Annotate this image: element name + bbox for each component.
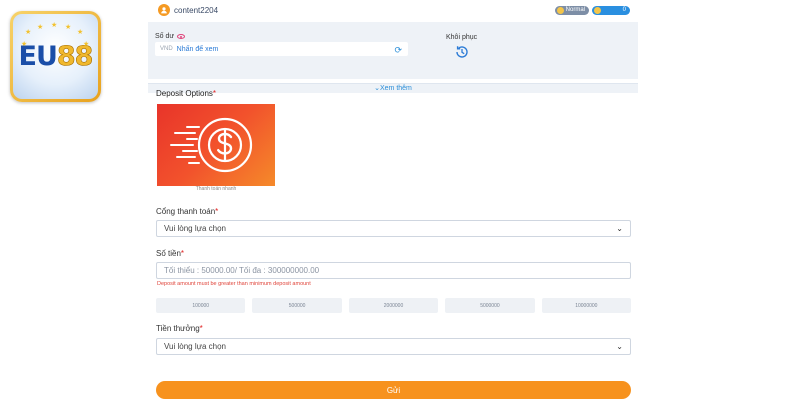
amount-label-text: Số tiền xyxy=(156,249,181,258)
gateway-placeholder: Vui lòng lựa chọn xyxy=(164,224,226,233)
star-icon: ★ xyxy=(21,41,28,48)
gateway-label-text: Cổng thanh toán xyxy=(156,207,216,216)
deposit-page: ★ ★ ★ ★ ★ ★ ★ EU88 content2204 Normal 0 … xyxy=(0,0,800,400)
restore-icon xyxy=(455,46,468,58)
user-avatar-icon xyxy=(158,4,170,16)
coins-badge[interactable]: 0 xyxy=(592,5,630,15)
balance-field[interactable]: VND Nhấn để xem ⟳ xyxy=(155,42,408,56)
user-info[interactable]: content2204 xyxy=(158,4,218,16)
level-badge[interactable]: Normal xyxy=(554,5,589,15)
eu88-logo: ★ ★ ★ ★ ★ ★ ★ EU88 xyxy=(10,11,101,102)
level-icon xyxy=(556,6,564,14)
deposit-options-label: Deposit Options xyxy=(156,89,213,98)
amount-presets: 100000 500000 2000000 5000000 10000000 xyxy=(156,298,632,313)
restore-label: Khôi phục xyxy=(446,34,478,41)
logo-wordmark: EU88 xyxy=(19,41,94,73)
currency-label: VND xyxy=(160,46,173,52)
star-icon: ★ xyxy=(65,24,72,31)
submit-label: Gửi xyxy=(386,385,401,395)
bonus-placeholder: Vui lòng lựa chọn xyxy=(164,342,226,351)
balance-label: Số dư xyxy=(155,33,186,40)
required-mark: * xyxy=(215,207,219,216)
gateway-label: Cổng thanh toán* xyxy=(156,207,218,216)
show-more-label: Xem thêm xyxy=(379,85,412,92)
bonus-select[interactable]: Vui lòng lựa chọn ⌄ xyxy=(156,338,631,355)
required-mark: * xyxy=(212,89,217,98)
balance-reveal-link[interactable]: Nhấn để xem xyxy=(177,46,219,53)
star-icon: ★ xyxy=(37,24,44,31)
amount-preset-button[interactable]: 10000000 xyxy=(541,298,632,313)
amount-preset-button[interactable]: 5000000 xyxy=(445,298,535,313)
logo-badge: ★ ★ ★ ★ ★ ★ ★ EU88 xyxy=(13,14,98,99)
quick-pay-caption: Thanh toán nhanh xyxy=(195,186,237,192)
bonus-label: Tiền thưởng* xyxy=(156,324,203,333)
amount-error-message: Deposit amount must be greater than mini… xyxy=(157,281,311,287)
username: content2204 xyxy=(174,5,219,15)
amount-input[interactable]: Tối thiểu : 50000.00/ Tối đa : 300000000… xyxy=(156,262,631,279)
show-more-toggle[interactable]: ⌄Xem thêm xyxy=(148,83,638,93)
crown-icon xyxy=(594,6,601,14)
star-icon: ★ xyxy=(25,29,32,36)
amount-placeholder: Tối thiểu : 50000.00/ Tối đa : 300000000… xyxy=(164,266,320,275)
amount-preset-button[interactable]: 2000000 xyxy=(348,298,439,313)
eye-icon[interactable] xyxy=(177,34,186,39)
amount-label: Số tiền* xyxy=(156,249,184,258)
required-mark: * xyxy=(199,324,203,333)
quick-pay-option[interactable] xyxy=(157,104,275,186)
deposit-options-title: Deposit Options* xyxy=(156,89,216,98)
refresh-icon[interactable]: ⟳ xyxy=(394,45,402,56)
user-bar: content2204 Normal 0 xyxy=(148,0,638,20)
coins-value: 0 xyxy=(622,7,626,13)
amount-preset-button[interactable]: 100000 xyxy=(156,298,246,313)
deposit-form-panel: content2204 Normal 0 Số dư VND Nhấn để x… xyxy=(148,0,638,400)
amount-preset-button[interactable]: 500000 xyxy=(252,298,342,313)
restore-button[interactable]: Khôi phục xyxy=(446,34,477,60)
star-icon: ★ xyxy=(83,41,90,48)
dollar-coin-icon xyxy=(170,117,253,173)
star-icon: ★ xyxy=(77,29,84,36)
chevron-down-icon: ⌄ xyxy=(616,224,623,233)
level-label: Normal xyxy=(565,7,585,13)
star-icon: ★ xyxy=(51,22,58,29)
bonus-label-text: Tiền thưởng xyxy=(156,324,200,333)
required-mark: * xyxy=(180,249,185,258)
chevron-down-icon: ⌄ xyxy=(616,342,623,351)
balance-panel: Số dư VND Nhấn để xem ⟳ Khôi phục ⌄Xem t… xyxy=(148,22,638,93)
balance-label-text: Số dư xyxy=(155,33,175,40)
user-badges: Normal 0 xyxy=(554,5,630,15)
submit-button[interactable]: Gửi xyxy=(156,381,631,399)
gateway-select[interactable]: Vui lòng lựa chọn ⌄ xyxy=(156,220,631,237)
